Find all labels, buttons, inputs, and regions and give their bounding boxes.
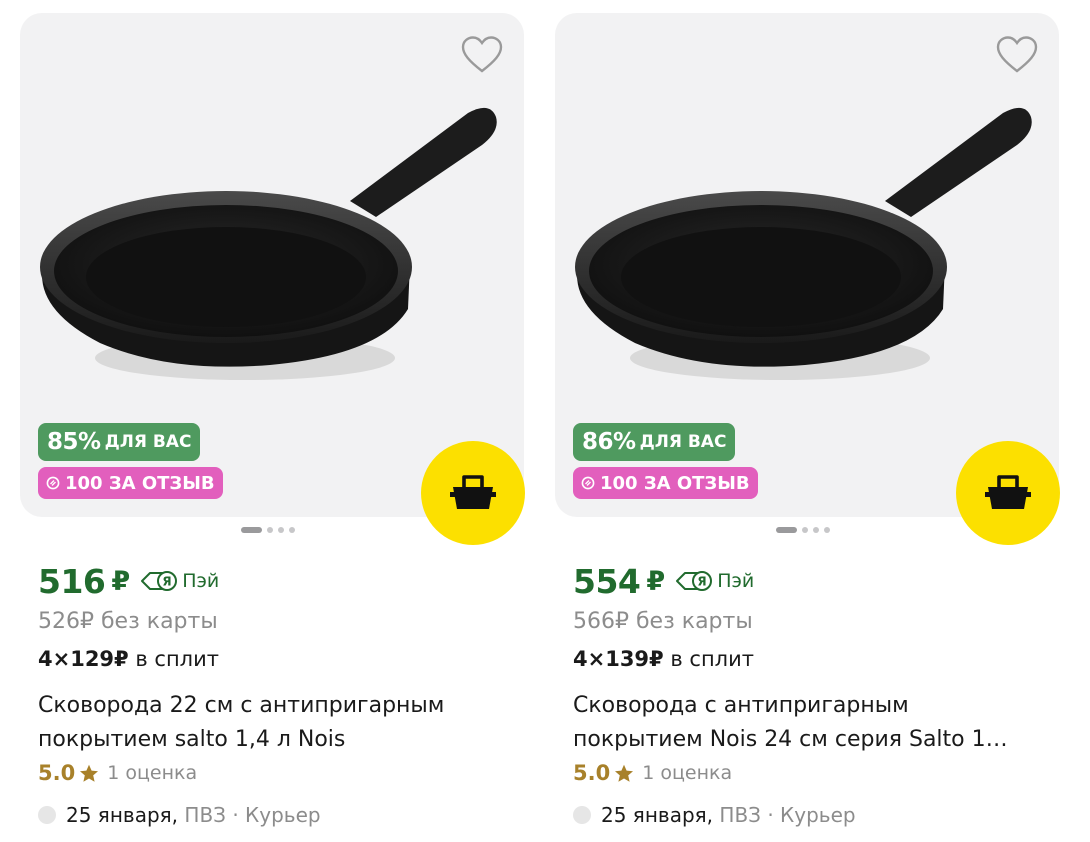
discount-percent: 86% bbox=[582, 429, 636, 455]
rating-row[interactable]: 5.0 1 оценка bbox=[573, 761, 732, 785]
pagination-dot bbox=[824, 527, 830, 533]
gallery-pagination bbox=[241, 527, 300, 533]
split-amount: 4×129₽ bbox=[38, 647, 129, 671]
delivery-row: 25 января, ПВЗ · Курьер bbox=[573, 803, 856, 827]
product-title-link[interactable]: Сковорода 22 см с антипригарным покрытие… bbox=[38, 689, 514, 757]
split-payment[interactable]: 4×129₽ в сплит bbox=[38, 647, 219, 671]
pay-label: Пэй bbox=[717, 570, 755, 592]
split-label: в сплит bbox=[670, 647, 754, 671]
pagination-dot bbox=[278, 527, 284, 533]
delivery-modes: ПВЗ · Курьер bbox=[178, 803, 321, 827]
star-icon bbox=[79, 764, 99, 783]
pagination-dot bbox=[813, 527, 819, 533]
discount-label: ДЛЯ ВАС bbox=[104, 432, 192, 452]
review-bonus-label: 100 ЗА ОТЗЫВ bbox=[65, 472, 215, 494]
product-title-link[interactable]: Сковорода с антипригарным покрытием Nois… bbox=[573, 689, 1049, 757]
discount-label: ДЛЯ ВАС bbox=[639, 432, 727, 452]
basket-icon bbox=[450, 475, 496, 509]
rating-score: 5.0 bbox=[573, 761, 611, 785]
pagination-dot bbox=[802, 527, 808, 533]
price-row: 516 ₽ Я Пэй bbox=[38, 561, 219, 601]
product-card[interactable]: 85% ДЛЯ ВАС 100 ЗА ОТЗЫВ 516 ₽ Я Пэй 526… bbox=[20, 13, 525, 842]
review-bonus-label: 100 ЗА ОТЗЫВ bbox=[600, 472, 750, 494]
product-title-line: покрытием Nois 24 см серия Salto 1… bbox=[573, 727, 1008, 752]
pagination-dot-active bbox=[241, 527, 262, 533]
rating-score: 5.0 bbox=[38, 761, 76, 785]
product-title-line: Сковорода 22 см с антипригарным bbox=[38, 693, 445, 718]
favorite-button[interactable] bbox=[995, 33, 1039, 77]
delivery-status-icon bbox=[573, 806, 591, 824]
reviews-count: 1 оценка bbox=[642, 762, 733, 784]
delivery-status-icon bbox=[38, 806, 56, 824]
delivery-modes-text: ПВЗ · Курьер bbox=[184, 803, 321, 827]
product-image-gallery[interactable]: 85% ДЛЯ ВАС 100 ЗА ОТЗЫВ bbox=[20, 13, 524, 517]
pagination-dot bbox=[267, 527, 273, 533]
price-without-card: 566₽ без карты bbox=[573, 609, 753, 634]
review-bonus-badge: 100 ЗА ОТЗЫВ bbox=[573, 467, 758, 499]
yandex-pay-icon: Я bbox=[675, 570, 713, 592]
heart-outline-icon bbox=[996, 36, 1038, 73]
review-bonus-badge: 100 ЗА ОТЗЫВ bbox=[38, 467, 223, 499]
personal-discount-badge: 85% ДЛЯ ВАС bbox=[38, 423, 201, 461]
card-price: 516 bbox=[38, 561, 106, 601]
product-card[interactable]: 86% ДЛЯ ВАС 100 ЗА ОТЗЫВ 554 ₽ Я Пэй 566… bbox=[555, 13, 1060, 842]
delivery-row: 25 января, ПВЗ · Курьер bbox=[38, 803, 321, 827]
product-title-line: покрытием salto 1,4 л Nois bbox=[38, 727, 346, 752]
card-price: 554 bbox=[573, 561, 641, 601]
currency-symbol: ₽ bbox=[646, 565, 666, 597]
yandex-pay-icon: Я bbox=[140, 570, 178, 592]
svg-text:Я: Я bbox=[163, 575, 172, 589]
reviews-count: 1 оценка bbox=[107, 762, 198, 784]
delivery-date: 25 января, bbox=[601, 803, 714, 827]
points-coin-icon bbox=[46, 476, 60, 490]
delivery-date: 25 января, bbox=[66, 803, 179, 827]
pagination-dot bbox=[289, 527, 295, 533]
star-icon bbox=[614, 764, 634, 783]
points-coin-icon bbox=[581, 476, 595, 490]
rating-row[interactable]: 5.0 1 оценка bbox=[38, 761, 197, 785]
split-amount: 4×139₽ bbox=[573, 647, 664, 671]
discount-percent: 85% bbox=[47, 429, 101, 455]
gallery-pagination bbox=[776, 527, 835, 533]
basket-icon bbox=[985, 475, 1031, 509]
price-without-card: 526₽ без карты bbox=[38, 609, 218, 634]
currency-symbol: ₽ bbox=[111, 565, 131, 597]
split-label: в сплит bbox=[135, 647, 219, 671]
add-to-cart-button[interactable] bbox=[421, 441, 525, 545]
personal-discount-badge: 86% ДЛЯ ВАС bbox=[573, 423, 736, 461]
split-payment[interactable]: 4×139₽ в сплит bbox=[573, 647, 754, 671]
product-image-gallery[interactable]: 86% ДЛЯ ВАС 100 ЗА ОТЗЫВ bbox=[555, 13, 1059, 517]
heart-outline-icon bbox=[461, 36, 503, 73]
delivery-modes: ПВЗ · Курьер bbox=[713, 803, 856, 827]
svg-text:Я: Я bbox=[698, 575, 707, 589]
pagination-dot-active bbox=[776, 527, 797, 533]
price-row: 554 ₽ Я Пэй bbox=[573, 561, 754, 601]
favorite-button[interactable] bbox=[460, 33, 504, 77]
product-title-line: Сковорода с антипригарным bbox=[573, 693, 909, 718]
add-to-cart-button[interactable] bbox=[956, 441, 1060, 545]
delivery-modes-text: ПВЗ · Курьер bbox=[719, 803, 856, 827]
pay-label: Пэй bbox=[182, 570, 220, 592]
